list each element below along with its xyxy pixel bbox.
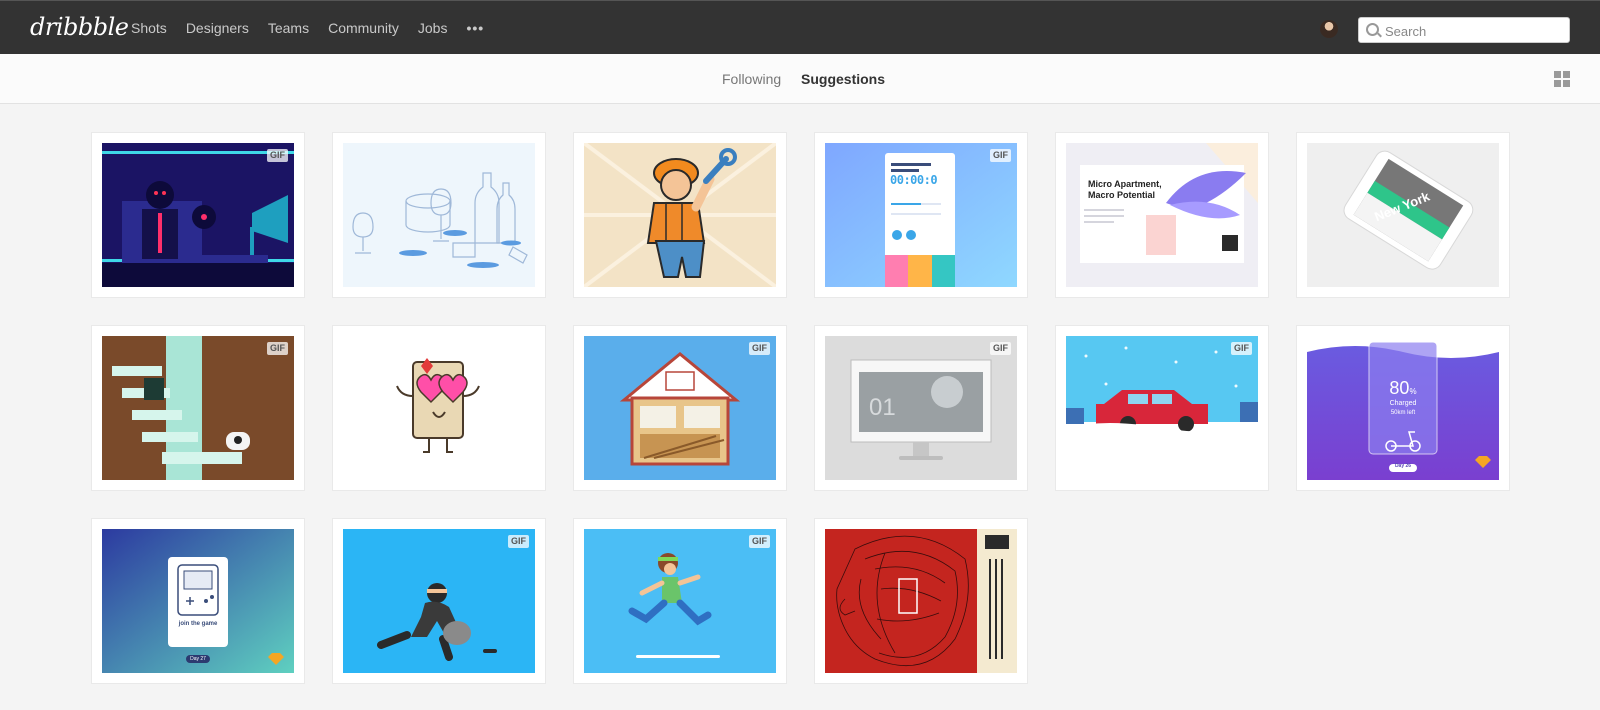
day-26-badge: Day 26 [1394,463,1412,469]
shot-thumbnail[interactable]: 01 GIF [825,336,1017,480]
gif-badge: GIF [1231,342,1252,355]
shot-card[interactable]: GIF [92,133,304,297]
staircase-illustration [102,336,294,480]
timer-app-illustration [825,143,1017,287]
charge-value: 80 [1389,378,1410,398]
runner-illustration [584,529,776,673]
shot-thumbnail[interactable]: GIF [102,336,294,480]
scooter-charge-illustration [1307,336,1499,480]
shot-thumbnail[interactable]: Micro Apartment, Macro Potential [1066,143,1258,287]
user-avatar[interactable] [1320,20,1338,38]
shot-card[interactable]: 01 GIF [815,326,1027,490]
micro-apartment-title: Micro Apartment, Macro Potential [1088,179,1162,200]
shot-card[interactable] [574,133,786,297]
handyman-illustration [584,143,776,287]
shot-card[interactable]: 00:00:0 GIF [815,133,1027,297]
top-navigation-bar: dribbble Shots Designers Teams Community… [0,0,1600,54]
tab-following[interactable]: Following [722,71,781,87]
main-nav: Shots Designers Teams Community Jobs ••• [131,20,484,36]
shot-card[interactable]: GIF [574,519,786,683]
nav-shots[interactable]: Shots [131,20,167,36]
gif-badge: GIF [267,149,288,162]
join-game-text: join the game [178,621,218,627]
charge-label: Charged [1389,400,1417,407]
shot-card[interactable]: GIF [1056,326,1268,490]
nav-jobs[interactable]: Jobs [418,20,448,36]
shot-thumbnail[interactable] [343,336,535,480]
shot-card[interactable]: join the game Day 27 [92,519,304,683]
nav-teams[interactable]: Teams [268,20,309,36]
shot-thumbnail[interactable] [584,143,776,287]
shot-thumbnail[interactable]: New York [1307,143,1499,287]
search-input[interactable] [1383,21,1567,41]
shot-thumbnail[interactable]: GIF [584,529,776,673]
monitor-website-illustration [825,336,1017,480]
shot-thumbnail[interactable]: GIF [1066,336,1258,480]
grid-view-icon[interactable] [1554,71,1570,87]
car-in-snow-illustration [1066,336,1258,480]
shot-thumbnail[interactable]: 80% Charged 50km left Day 26 [1307,336,1499,480]
gif-badge: GIF [508,535,529,548]
search-icon [1366,23,1379,36]
shot-card[interactable] [333,326,545,490]
shot-thumbnail[interactable] [825,529,1017,673]
wire-face-poster-illustration [825,529,1017,673]
tab-suggestions[interactable]: Suggestions [801,71,885,87]
charge-unit: % [1409,387,1417,396]
shot-card[interactable]: 80% Charged 50km left Day 26 [1297,326,1509,490]
gif-badge: GIF [267,342,288,355]
dribbble-logo[interactable]: dribbble [30,13,129,41]
heart-eyes-card-illustration [343,336,535,480]
house-cutaway-illustration [584,336,776,480]
shot-card[interactable]: Micro Apartment, Macro Potential [1056,133,1268,297]
gif-badge: GIF [990,342,1011,355]
shot-thumbnail[interactable] [343,143,535,287]
shot-card[interactable] [333,133,545,297]
shot-thumbnail[interactable]: join the game Day 27 [102,529,294,673]
micro-apartment-illustration [1066,143,1258,287]
search-box [1358,17,1570,43]
charge-distance: 50km left [1390,410,1416,416]
shot-card[interactable]: New York [1297,133,1509,297]
timer-readout: 00:00:0 [890,173,938,187]
day-27-badge: Day 27 [190,656,206,662]
gif-badge: GIF [749,535,770,548]
shot-thumbnail[interactable]: GIF [584,336,776,480]
shot-thumbnail[interactable]: GIF [343,529,535,673]
gif-badge: GIF [749,342,770,355]
shot-card[interactable]: GIF [92,326,304,490]
shot-card[interactable]: GIF [574,326,786,490]
more-menu-button[interactable]: ••• [466,20,484,36]
shot-thumbnail[interactable]: 00:00:0 GIF [825,143,1017,287]
nav-community[interactable]: Community [328,20,399,36]
new-york-app-illustration [1307,143,1499,287]
gameboy-card-illustration [102,529,294,673]
feed-tabs-bar: Following Suggestions [0,54,1600,104]
shot-card[interactable]: GIF [333,519,545,683]
dj-illustration [102,143,294,287]
shot-thumbnail[interactable]: GIF [102,143,294,287]
glassware-illustration [343,143,535,287]
charge-percent: 80% [1377,378,1429,399]
nav-designers[interactable]: Designers [186,20,249,36]
monitor-number: 01 [869,394,896,421]
thief-illustration [343,529,535,673]
gif-badge: GIF [990,149,1011,162]
shot-card[interactable] [815,519,1027,683]
